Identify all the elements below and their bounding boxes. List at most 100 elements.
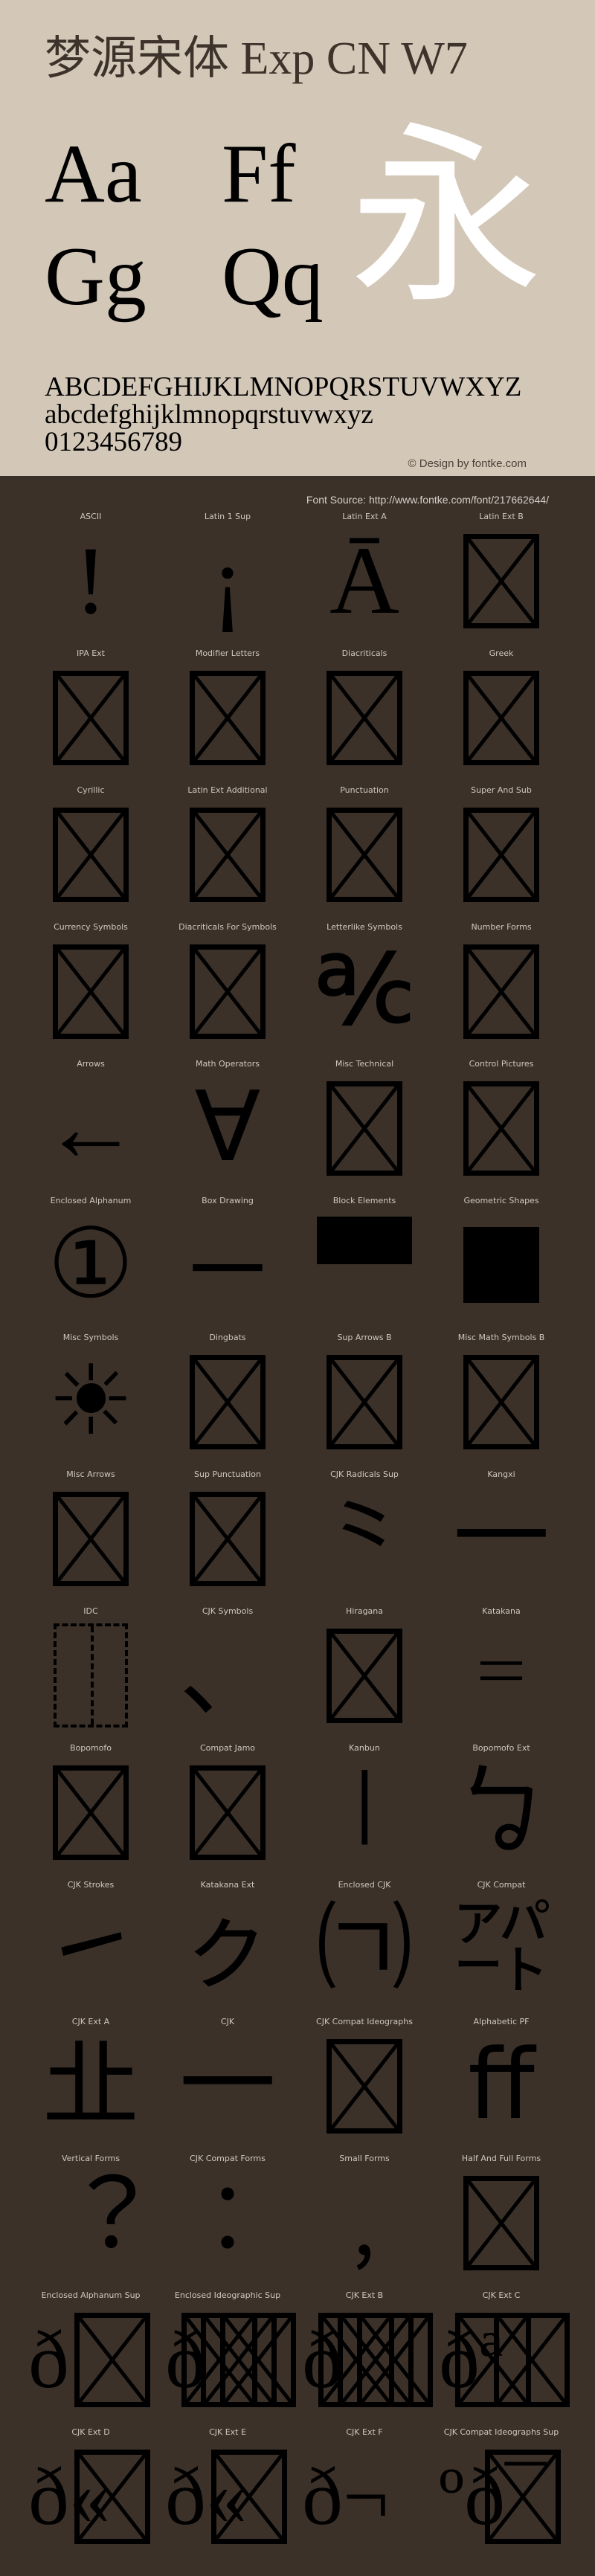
glyph-text: ㆐ bbox=[315, 1759, 413, 1866]
block-sample-glyph: ð« bbox=[22, 2448, 159, 2545]
block-cell: Latin Ext B bbox=[433, 512, 570, 654]
glyph-text: ⼀ bbox=[452, 1485, 550, 1592]
block-sample-glyph bbox=[22, 1623, 159, 1727]
block-label: Dingbats bbox=[209, 1333, 246, 1342]
block-sample-glyph: ㈀ bbox=[296, 1901, 433, 1997]
block-sample-glyph: ð bbox=[22, 2311, 159, 2408]
block-sample-glyph bbox=[296, 2038, 433, 2134]
block-cell: Kangxi ⼀ bbox=[433, 1469, 570, 1612]
block-label: Misc Math Symbols B bbox=[457, 1333, 545, 1342]
block-sample-glyph: ¡ bbox=[159, 532, 296, 629]
block-cell: Compat Jamo bbox=[159, 1743, 296, 1886]
block-cell: CJK Radicals Sup ⺀ bbox=[296, 1469, 433, 1612]
block-label: CJK Ext F bbox=[346, 2427, 383, 2437]
block-label: Geometric Shapes bbox=[463, 1196, 539, 1205]
glyph-text: 㐀 bbox=[42, 2032, 139, 2139]
glyph-text: ! bbox=[74, 527, 107, 634]
missing-glyph-icon bbox=[327, 807, 402, 902]
block-label: Katakana bbox=[482, 1606, 521, 1616]
block-sample-glyph: ºð¯ bbox=[433, 2448, 570, 2545]
missing-glyph-icon bbox=[53, 944, 129, 1039]
glyph-text: ① bbox=[47, 1211, 135, 1318]
missing-glyph-icon bbox=[327, 1628, 402, 1723]
missing-glyph-icon bbox=[463, 944, 539, 1039]
block-label: CJK Compat Ideographs bbox=[316, 2017, 413, 2026]
missing-glyph-icon bbox=[327, 1081, 402, 1176]
block-cell: Diacriticals For Symbols bbox=[159, 922, 296, 1065]
missing-glyph-icon bbox=[327, 1354, 402, 1449]
block-sample-glyph bbox=[433, 2174, 570, 2271]
missing-glyph-icon bbox=[190, 944, 266, 1039]
font-title: 梦源宋体 Exp CN W7 bbox=[45, 33, 468, 84]
block-sample-glyph bbox=[296, 1217, 433, 1313]
glyph-text: ゠ bbox=[452, 1622, 550, 1729]
block-cell: CJK Ext E ð« bbox=[159, 2427, 296, 2570]
hero-glyph: 永 bbox=[350, 112, 543, 326]
glyph-text: ☀ bbox=[47, 1348, 135, 1455]
block-sample-glyph: ︖ bbox=[22, 2174, 159, 2271]
missing-glyph-icon bbox=[494, 2313, 570, 2407]
upper-half-block-icon bbox=[317, 1217, 412, 1264]
block-sample-glyph: ℀ bbox=[296, 943, 433, 1040]
block-label: Latin 1 Sup bbox=[204, 512, 251, 521]
missing-glyph bbox=[220, 2313, 296, 2407]
block-cell: Sup Arrows B bbox=[296, 1333, 433, 1475]
glyph-text: ─ bbox=[193, 1211, 263, 1318]
block-sample-glyph bbox=[296, 1080, 433, 1176]
block-cell: Alphabetic PF ﬀ bbox=[433, 2017, 570, 2160]
block-cell: Super And Sub bbox=[433, 785, 570, 928]
block-cell: Dingbats bbox=[159, 1333, 296, 1475]
glyph-text: Ā bbox=[329, 527, 399, 634]
missing-glyph-icon bbox=[463, 670, 539, 765]
missing-glyph-icon bbox=[74, 2313, 150, 2407]
block-label: IPA Ext bbox=[77, 648, 105, 658]
block-cell: Bopomofo bbox=[22, 1743, 159, 1886]
block-cell: Misc Arrows bbox=[22, 1469, 159, 1612]
glyph-text: ðª bbox=[439, 2314, 503, 2405]
glyph-text: ㈀ bbox=[315, 1896, 413, 2003]
block-cell: Math Operators ∀ bbox=[159, 1059, 296, 1202]
block-cell: CJK Ext C ðª bbox=[433, 2290, 570, 2433]
block-sample-glyph bbox=[433, 1080, 570, 1176]
block-label: Sup Arrows B bbox=[337, 1333, 392, 1342]
block-sample-glyph bbox=[159, 1764, 296, 1861]
block-sample-glyph: ð bbox=[296, 2311, 433, 2408]
block-sample-glyph: ㆠ bbox=[433, 1764, 570, 1861]
design-credit: © Design by fontke.com bbox=[408, 457, 527, 470]
font-source-link[interactable]: Font Source: http://www.fontke.com/font/… bbox=[306, 494, 549, 506]
missing-glyph bbox=[357, 2313, 433, 2407]
missing-glyph-icon bbox=[190, 1765, 266, 1860]
block-cell: CJK Ext B ð bbox=[296, 2290, 433, 2433]
block-sample-glyph: ︰ bbox=[159, 2174, 296, 2271]
block-cell: Hiragana bbox=[296, 1606, 433, 1749]
block-label: Control Pictures bbox=[469, 1059, 534, 1069]
block-label: Kanbun bbox=[349, 1743, 380, 1753]
block-label: CJK Symbols bbox=[202, 1606, 254, 1616]
missing-glyph-icon bbox=[190, 1354, 266, 1449]
missing-glyph-icon bbox=[53, 670, 129, 765]
missing-glyph-icon bbox=[327, 2038, 402, 2134]
block-cell: Number Forms bbox=[433, 922, 570, 1065]
block-sample-glyph bbox=[433, 806, 570, 903]
missing-glyph-icon bbox=[220, 2313, 296, 2407]
glyph-text: ð« bbox=[165, 2451, 247, 2542]
glyph-text: ㇰ bbox=[178, 1896, 276, 2003]
missing-glyph bbox=[74, 2313, 150, 2407]
block-sample-glyph: ← bbox=[22, 1080, 159, 1176]
block-label: Kangxi bbox=[487, 1469, 515, 1479]
block-cell: Latin Ext Additional bbox=[159, 785, 296, 928]
block-sample-glyph bbox=[159, 669, 296, 766]
block-sample-glyph: 一 bbox=[159, 2038, 296, 2134]
block-sample-glyph bbox=[296, 669, 433, 766]
missing-glyph-icon bbox=[463, 1081, 539, 1176]
block-label: Number Forms bbox=[471, 922, 532, 932]
block-label: Enclosed Alphanum bbox=[50, 1196, 132, 1205]
missing-glyph-icon bbox=[53, 1765, 129, 1860]
block-sample-glyph bbox=[22, 1490, 159, 1587]
block-cell: CJK Compat ㌀ bbox=[433, 1880, 570, 2023]
block-sample-glyph bbox=[433, 943, 570, 1040]
block-cell: Greek bbox=[433, 648, 570, 791]
block-label: Diacriticals bbox=[341, 648, 387, 658]
block-label: Modifier Letters bbox=[195, 648, 260, 658]
block-label: Bopomofo bbox=[69, 1743, 112, 1753]
